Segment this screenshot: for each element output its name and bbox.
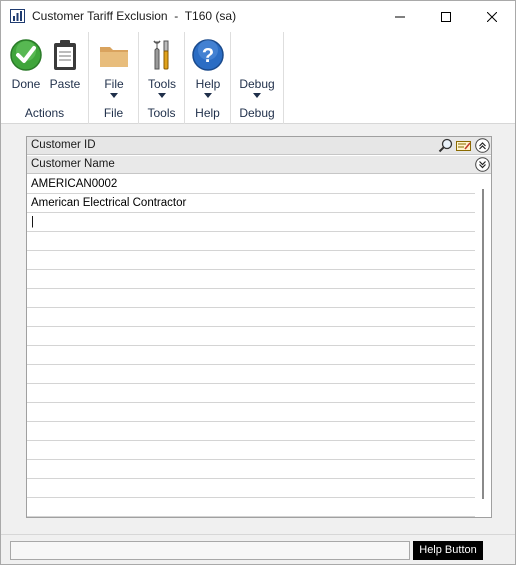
grid-row[interactable]: [27, 441, 475, 460]
minimize-button[interactable]: [377, 1, 423, 32]
maximize-button[interactable]: [423, 1, 469, 32]
ribbon-group-label-tools: Tools: [147, 106, 176, 120]
tools-button[interactable]: Tools: [142, 36, 182, 102]
debug-button[interactable]: Debug: [237, 36, 277, 102]
tools-icon: [153, 40, 169, 70]
grid-row[interactable]: [27, 517, 475, 518]
app-icon: [10, 9, 25, 23]
help-dropdown-icon: [204, 93, 212, 98]
grid-row[interactable]: [27, 479, 475, 498]
window-title: Customer Tariff Exclusion - T160 (sa): [32, 9, 237, 23]
grid-row[interactable]: [27, 289, 475, 308]
customer-grid: Customer ID Customer Name AMERICAN0002 A…: [26, 136, 492, 518]
status-bar: Help Button: [1, 534, 515, 564]
title-bar: Customer Tariff Exclusion - T160 (sa): [1, 1, 515, 32]
help-button[interactable]: Help Button: [413, 541, 483, 560]
ribbon-group-label-debug: Debug: [239, 106, 275, 120]
grid-header-row-1: Customer ID: [27, 137, 491, 155]
ribbon-group-label-file: File: [103, 106, 124, 120]
column-header-customer-name[interactable]: Customer Name: [31, 158, 115, 170]
main-panel: Customer ID Customer Name AMERICAN0002 A…: [1, 124, 515, 534]
double-chevron-down-icon: [475, 157, 490, 172]
grid-row[interactable]: [27, 460, 475, 479]
column-header-customer-id[interactable]: Customer ID: [31, 139, 96, 151]
app-window: Customer Tariff Exclusion - T160 (sa) Do…: [0, 0, 516, 565]
debug-dropdown-icon: [253, 93, 261, 98]
status-field: [10, 541, 410, 560]
vertical-scrollbar[interactable]: [475, 175, 491, 517]
paste-label: Paste: [49, 77, 81, 91]
grid-row[interactable]: [27, 384, 475, 403]
grid-row[interactable]: [27, 498, 475, 517]
help-label: Help: [195, 77, 221, 91]
ribbon-group-actions: Done Paste Actions: [1, 32, 89, 124]
ribbon-group-label-help: Help: [195, 106, 220, 120]
paste-button[interactable]: Paste: [45, 36, 85, 102]
note-icon: [456, 141, 471, 151]
help-icon: ?: [192, 39, 224, 71]
grid-row[interactable]: [27, 270, 475, 289]
tools-label: Tools: [147, 77, 176, 91]
folder-icon: [100, 47, 128, 67]
scrollbar-thumb[interactable]: [482, 189, 484, 499]
maximize-icon: [441, 11, 451, 22]
grid-row[interactable]: [27, 251, 475, 270]
clipboard-icon: [54, 40, 76, 70]
help-button-ribbon[interactable]: ? Help: [188, 36, 228, 102]
minimize-icon: [395, 16, 405, 17]
grid-row[interactable]: [27, 422, 475, 441]
ribbon-group-file: File File: [89, 32, 139, 124]
grid-row[interactable]: AMERICAN0002: [27, 175, 475, 194]
magnifier-icon: [438, 138, 453, 153]
grid-row[interactable]: [27, 365, 475, 384]
expand-rows-button[interactable]: [474, 156, 491, 173]
ribbon-group-help: ? Help Help: [185, 32, 231, 124]
lookup-button[interactable]: [437, 137, 454, 154]
check-icon: [10, 39, 42, 71]
grid-row[interactable]: [27, 346, 475, 365]
note-button[interactable]: [455, 137, 472, 154]
grid-row[interactable]: [27, 327, 475, 346]
svg-text:?: ?: [202, 45, 214, 67]
close-icon: [487, 11, 497, 22]
grid-rows: AMERICAN0002 American Electrical Contract…: [27, 175, 475, 518]
debug-label: Debug: [239, 77, 275, 91]
ribbon-group-debug: Debug Debug: [231, 32, 284, 124]
done-button[interactable]: Done: [6, 36, 46, 102]
grid-row[interactable]: [27, 403, 475, 422]
double-chevron-up-icon: [475, 138, 490, 153]
tools-dropdown-icon: [158, 93, 166, 98]
ribbon-group-label-actions: Actions: [24, 106, 65, 120]
file-label: File: [104, 77, 124, 91]
file-dropdown-icon: [110, 93, 118, 98]
file-button[interactable]: File: [94, 36, 134, 102]
collapse-rows-button[interactable]: [474, 137, 491, 154]
ribbon: Done Paste Actions File File Tools Tools…: [1, 32, 515, 124]
grid-row[interactable]: [27, 308, 475, 327]
grid-row[interactable]: American Electrical Contractor: [27, 194, 475, 213]
ribbon-group-tools: Tools Tools: [139, 32, 185, 124]
grid-header-row-2: Customer Name: [27, 156, 491, 174]
grid-row[interactable]: |: [27, 213, 475, 232]
grid-row[interactable]: [27, 232, 475, 251]
close-button[interactable]: [469, 1, 515, 32]
